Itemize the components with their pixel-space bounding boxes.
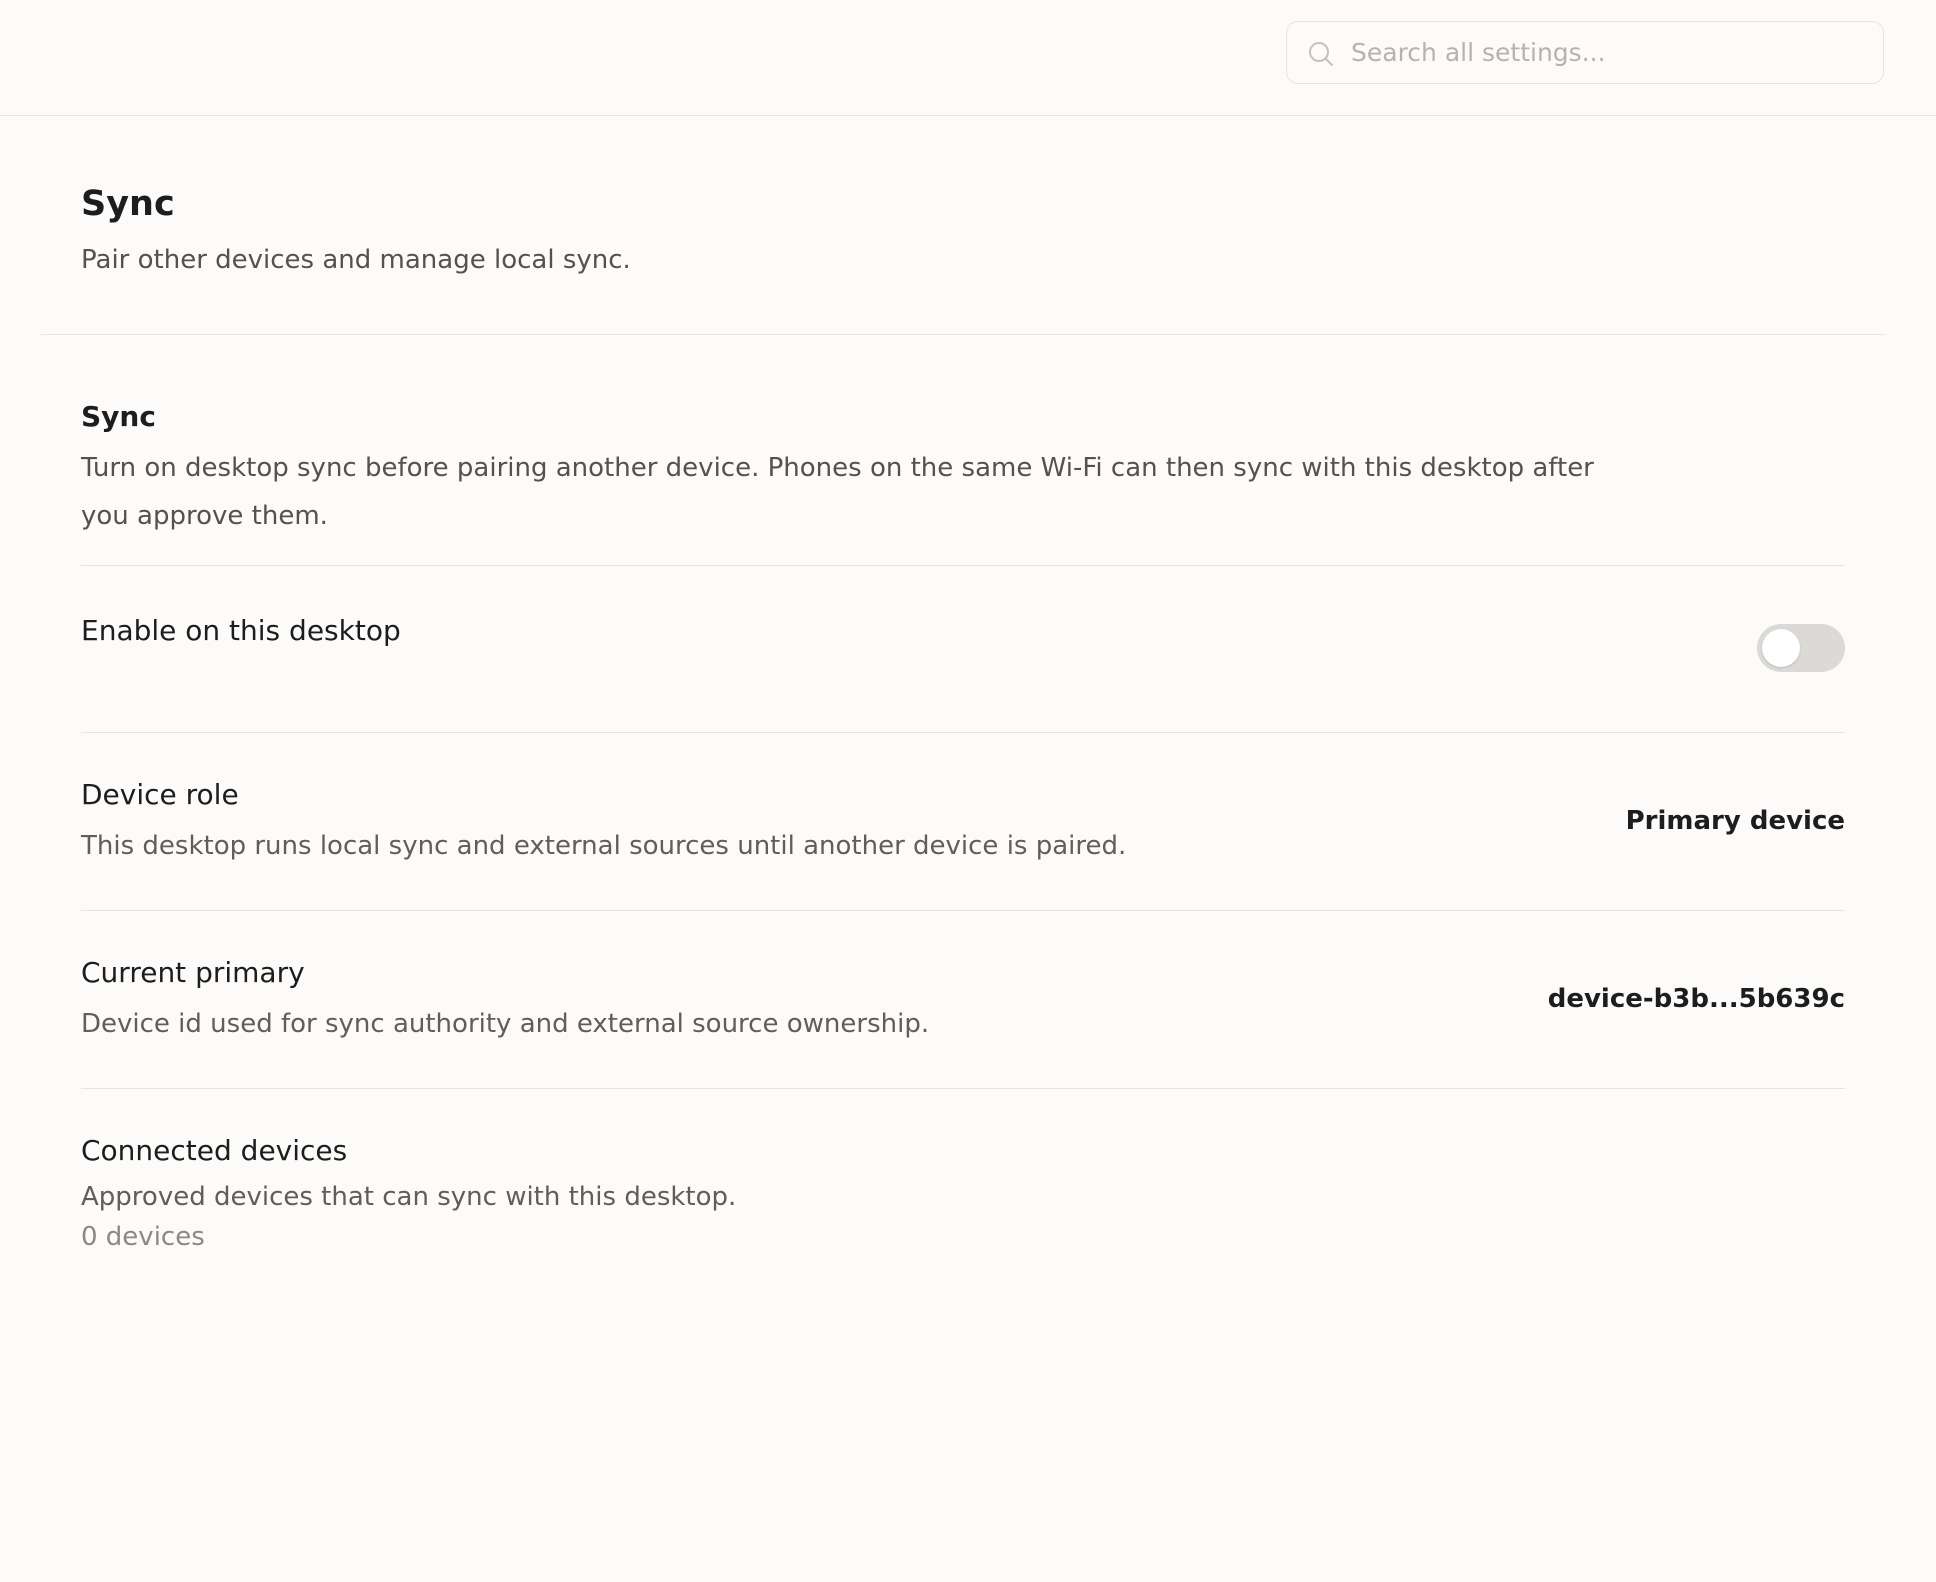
top-bar [0, 0, 1936, 116]
setting-row-enable: Enable on this desktop [81, 565, 1845, 732]
current-primary-description: Device id used for sync authority and ex… [81, 1009, 930, 1039]
toggle-knob [1762, 629, 1800, 667]
setting-row-current-primary: Current primary Device id used for sync … [81, 910, 1845, 1088]
settings-search[interactable] [1286, 21, 1884, 84]
enable-sync-toggle[interactable] [1757, 624, 1845, 672]
connected-devices-count: 0 devices [81, 1222, 205, 1252]
current-primary-label: Current primary [81, 956, 305, 989]
current-primary-value: device-b3b...5b639c [1547, 984, 1845, 1014]
setting-row-device-role: Device role This desktop runs local sync… [81, 732, 1845, 910]
connected-devices-label: Connected devices [81, 1134, 348, 1167]
device-role-value: Primary device [1625, 806, 1845, 836]
section-title: Sync [81, 400, 156, 433]
device-role-label: Device role [81, 778, 239, 811]
search-input[interactable] [1351, 22, 1871, 83]
setting-row-connected-devices: Connected devices Approved devices that … [81, 1088, 1845, 1268]
header-divider [41, 334, 1885, 335]
search-icon [1309, 42, 1333, 66]
page-title: Sync [81, 184, 175, 224]
device-role-description: This desktop runs local sync and externa… [81, 831, 1127, 861]
section-description: Turn on desktop sync before pairing anot… [81, 453, 1594, 531]
page-subtitle: Pair other devices and manage local sync… [81, 245, 631, 275]
enable-label: Enable on this desktop [81, 614, 401, 647]
sync-section-header: Sync Turn on desktop sync before pairing… [81, 392, 1845, 540]
page-header: Sync Pair other devices and manage local… [81, 178, 631, 280]
connected-devices-description: Approved devices that can sync with this… [81, 1182, 737, 1212]
